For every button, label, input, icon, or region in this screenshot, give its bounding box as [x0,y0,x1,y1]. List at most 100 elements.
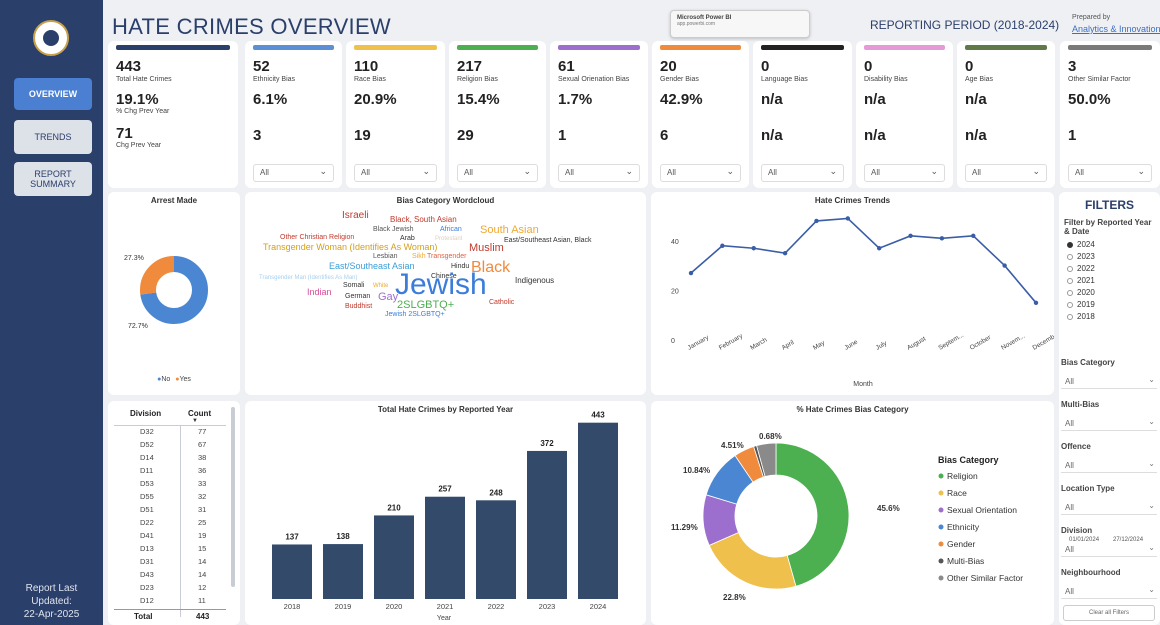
table-row[interactable]: D43 14 [108,570,228,582]
kpi-dropdown[interactable]: All ⌄ [864,164,945,182]
year-bar[interactable] [476,500,516,599]
legend-item[interactable]: Religion [947,471,978,481]
legend-item[interactable]: Gender [947,539,976,549]
filter-dropdown[interactable]: All ⌄ [1061,375,1157,389]
table-row[interactable]: D22 25 [108,518,228,530]
nav-trends-button[interactable]: TRENDS [14,120,92,154]
kpi-dropdown[interactable]: All ⌄ [457,164,538,182]
trend-point[interactable] [1002,263,1007,268]
filter-dropdown[interactable]: All ⌄ [1061,543,1157,557]
wordcloud-word[interactable]: Jewish 2SLGBTQ+ [385,311,445,318]
table-row[interactable]: D41 19 [108,531,228,543]
trend-point[interactable] [782,251,788,256]
wordcloud-word[interactable]: Israeli [342,210,369,221]
year-bar[interactable] [374,515,414,599]
wordcloud-word[interactable]: South Asian [480,224,539,236]
table-scrollbar[interactable] [231,407,235,587]
year-radio-2021[interactable]: 2021 [1067,276,1095,285]
year-radio-2020[interactable]: 2020 [1067,288,1095,297]
wordcloud-word[interactable]: Sikh [412,253,426,260]
table-row[interactable]: D14 38 [108,453,228,465]
filter-dropdown[interactable]: All ⌄ [1061,417,1157,431]
wordcloud-word[interactable]: Black, South Asian [390,215,457,224]
wordcloud-word[interactable]: Arab [400,235,415,242]
nav-report-summary-button[interactable]: REPORT SUMMARY [14,162,92,196]
wordcloud-word[interactable]: African [440,226,462,233]
nav-overview-button[interactable]: OVERVIEW [14,78,92,110]
year-radio-2018[interactable]: 2018 [1067,312,1095,321]
kpi-dropdown[interactable]: All ⌄ [1068,164,1152,182]
trend-point[interactable] [814,218,819,224]
legend-item[interactable]: Ethnicity [947,522,980,532]
count-cell: 12 [198,583,207,592]
wordcloud-word[interactable]: Black Jewish [373,226,414,233]
year-radio-2022[interactable]: 2022 [1067,264,1095,273]
wordcloud-word[interactable]: Gay [378,291,399,303]
wordcloud-word[interactable]: Indigenous [515,276,554,285]
bias-slice[interactable] [708,531,797,590]
wordcloud-word[interactable]: Buddhist [345,303,372,310]
trend-point[interactable] [751,246,756,251]
kpi-dropdown[interactable]: All ⌄ [558,164,640,182]
trend-point[interactable] [688,270,694,276]
trend-point[interactable] [876,246,882,251]
table-row[interactable]: D52 67 [108,440,228,452]
wordcloud-word[interactable]: White [373,283,389,289]
kpi-dropdown[interactable]: All ⌄ [761,164,844,182]
powerbi-popup[interactable]: Microsoft Power BI app.powerbi.com [670,10,810,38]
wordcloud-word[interactable]: Somali [343,282,365,289]
legend-item[interactable]: Sexual Orientation [947,505,1017,515]
wordcloud-word[interactable]: Transgender [427,253,467,260]
table-row[interactable]: D32 77 [108,427,228,439]
year-bar[interactable] [578,422,618,599]
clear-filters-button[interactable]: Clear all Filters [1063,605,1155,621]
kpi-dropdown[interactable]: All ⌄ [253,164,334,182]
prepared-by-link[interactable]: Analytics & Innovation [1072,24,1160,34]
year-bar[interactable] [272,544,312,599]
filter-dropdown[interactable]: All ⌄ [1061,501,1157,515]
legend-item[interactable]: Multi-Bias [947,556,984,566]
wordcloud-word[interactable]: German [345,293,370,300]
table-row[interactable]: D23 12 [108,583,228,595]
wordcloud-word[interactable]: Lesbian [373,253,398,260]
wordcloud-word[interactable]: Transgender Woman (Identifies As Woman) [263,242,437,252]
year-bar[interactable] [323,544,363,599]
trend-point[interactable] [971,233,976,239]
filter-dropdown[interactable]: All ⌄ [1061,459,1157,473]
table-row[interactable]: D13 15 [108,544,228,556]
table-row[interactable]: D55 32 [108,492,228,504]
trend-point[interactable] [939,236,945,241]
year-bar[interactable] [425,496,465,599]
wordcloud-word[interactable]: Muslim [469,242,504,254]
year-radio-2023[interactable]: 2023 [1067,252,1095,261]
wordcloud-word[interactable]: Catholic [489,299,515,306]
trend-point[interactable] [1033,300,1039,305]
kpi-dropdown[interactable]: All ⌄ [965,164,1047,182]
trend-point[interactable] [720,243,725,248]
wordcloud-word[interactable]: Transgender Man (Identifies As Man) [259,275,358,281]
year-bar[interactable] [527,450,567,599]
table-row[interactable]: D51 31 [108,505,228,517]
wordcloud-word[interactable]: Jewish [395,268,487,301]
col-count[interactable]: Count [188,409,211,418]
kpi-dropdown[interactable]: All ⌄ [354,164,437,182]
table-row[interactable]: D31 14 [108,557,228,569]
legend-item[interactable]: Race [947,488,967,498]
filter-dropdown[interactable]: All ⌄ [1061,585,1157,599]
col-division[interactable]: Division [130,409,161,418]
trend-point[interactable] [908,233,913,239]
wordcloud-word[interactable]: Protestant [435,236,463,242]
wordcloud-word[interactable]: Indian [307,287,332,297]
year-radio-2024[interactable]: 2024 [1067,240,1095,249]
kpi-dropdown[interactable]: All ⌄ [660,164,741,182]
wordcloud-word[interactable]: East/Southeast Asian, Black [504,237,592,244]
table-row[interactable]: D53 33 [108,479,228,491]
wordcloud-word[interactable]: Other Christian Religion [280,234,354,241]
sort-desc-icon[interactable]: ▼ [192,418,198,424]
legend-item[interactable]: Other Similar Factor [947,573,1023,583]
wordcloud-word[interactable]: 2SLGBTQ+ [397,299,454,311]
trend-point[interactable] [845,216,851,221]
table-row[interactable]: D12 11 [108,596,228,608]
table-row[interactable]: D11 36 [108,466,228,478]
year-radio-2019[interactable]: 2019 [1067,300,1095,309]
